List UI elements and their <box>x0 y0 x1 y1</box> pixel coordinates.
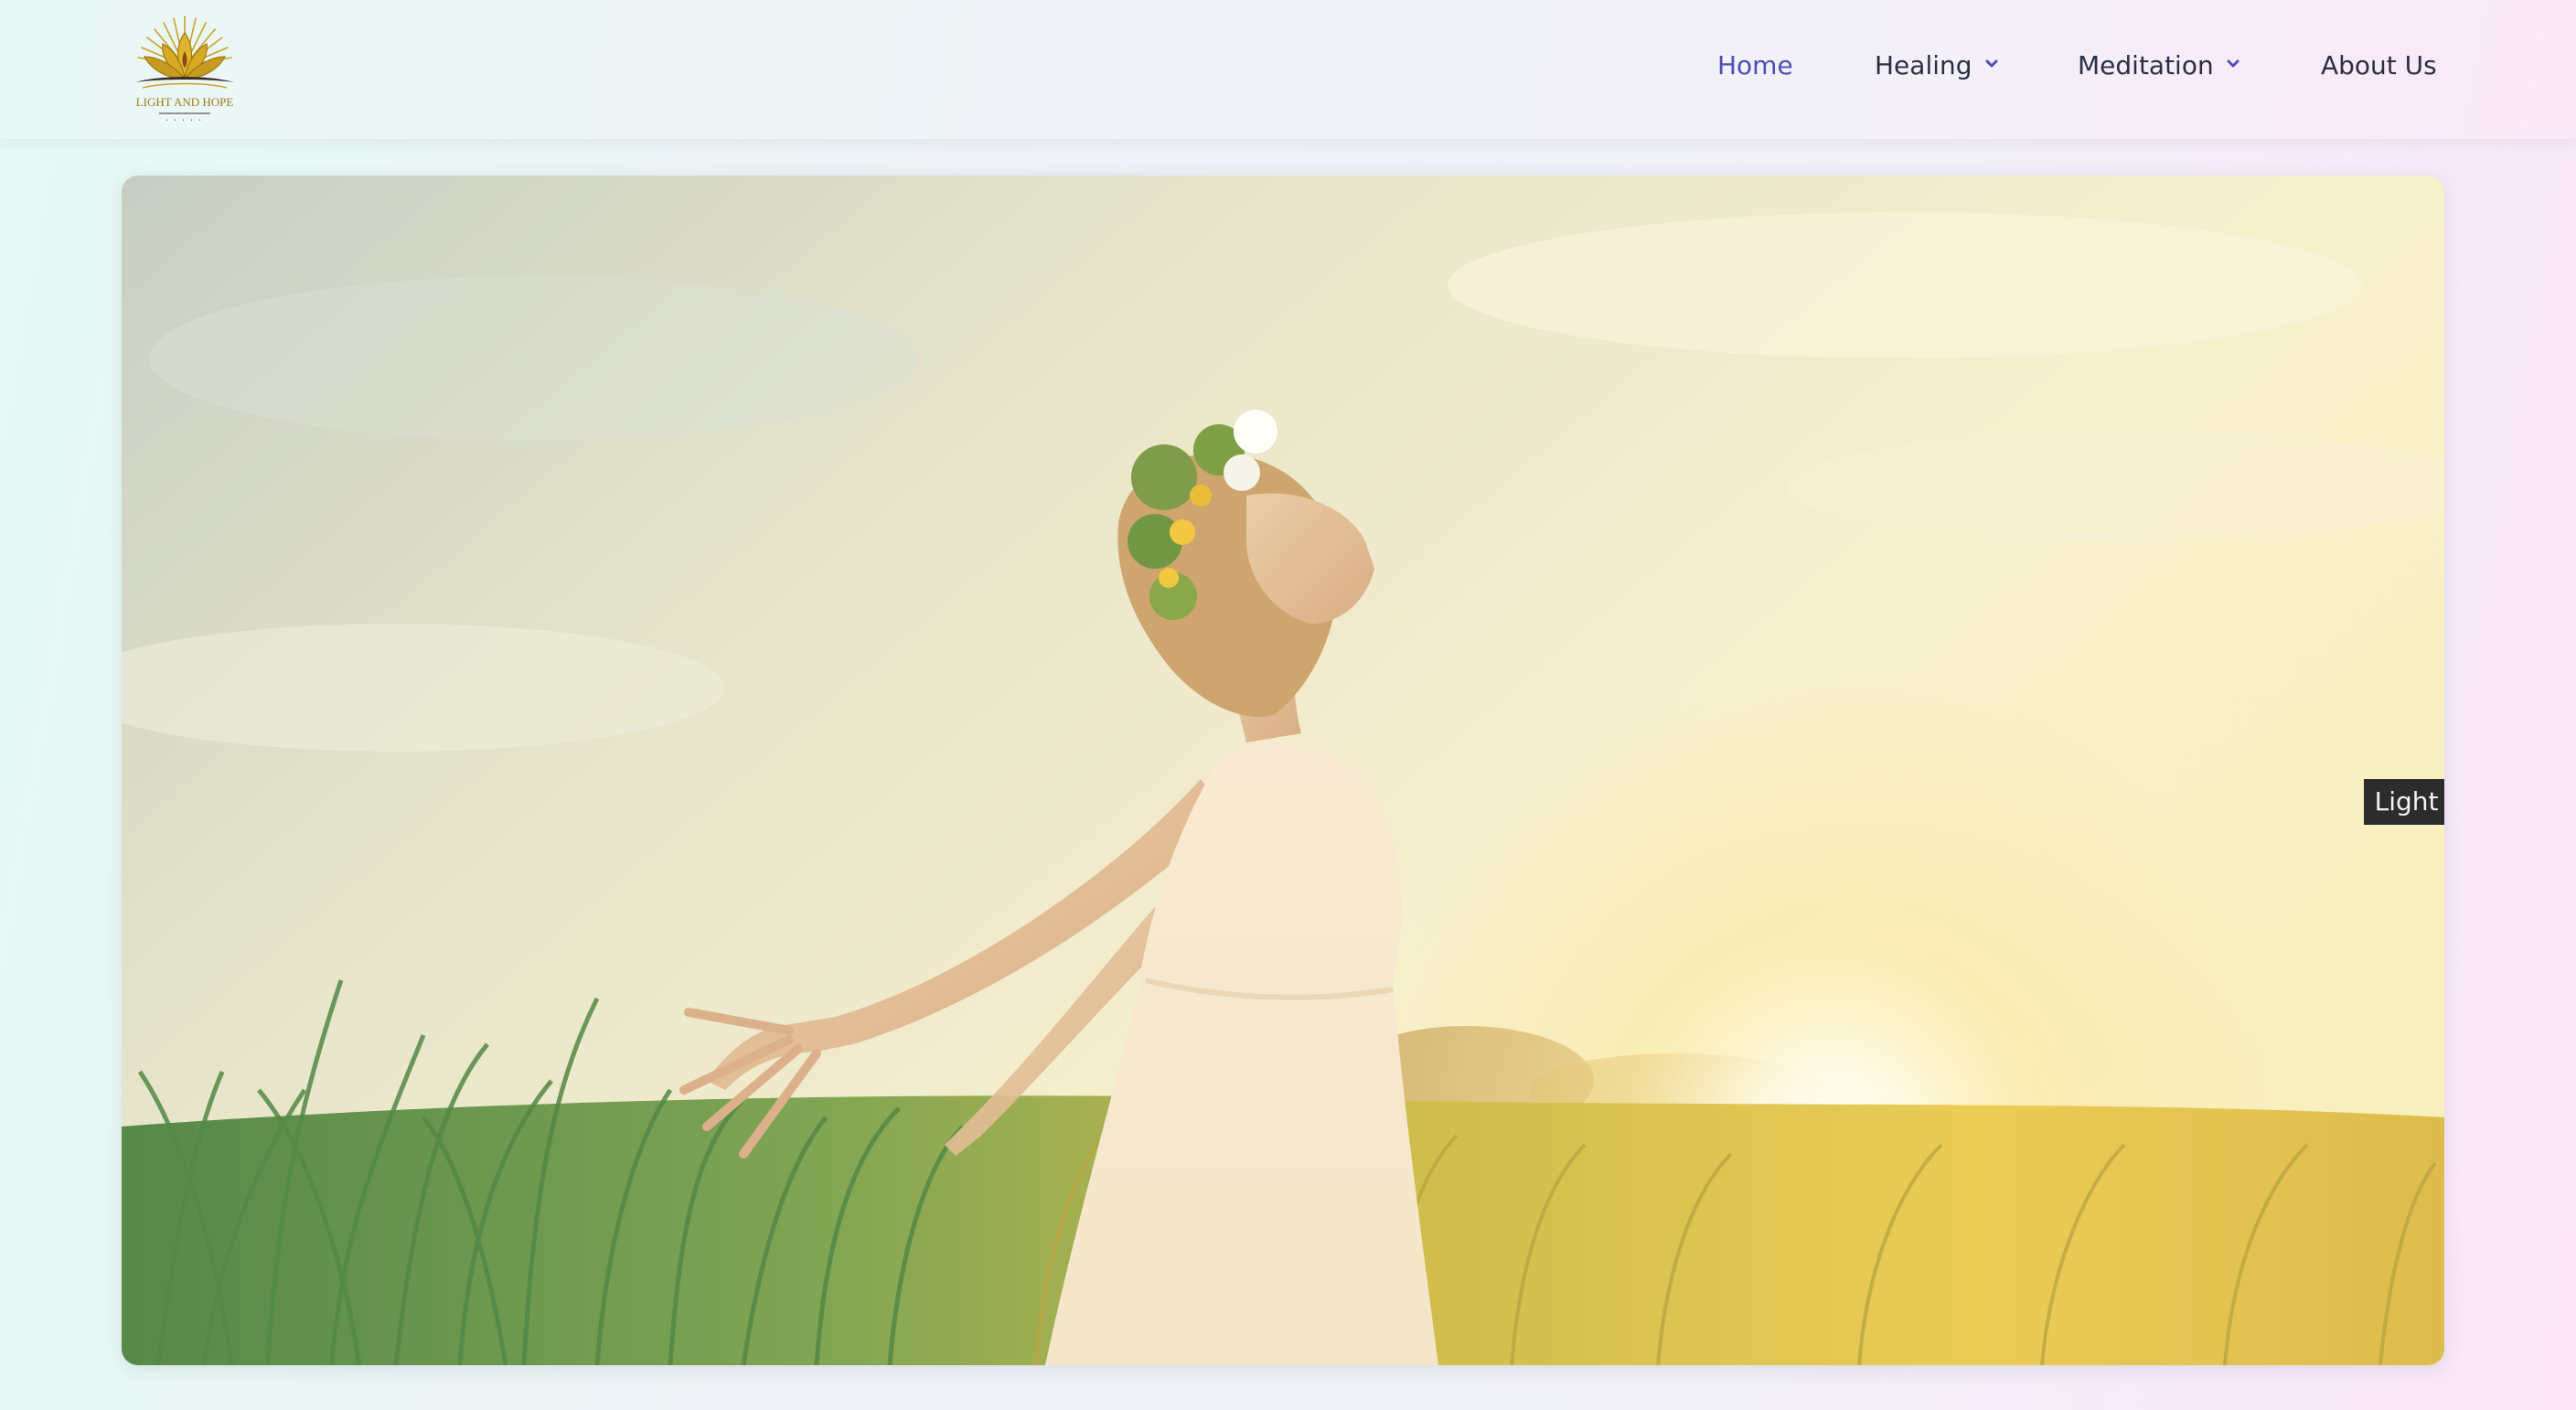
nav-about-us-label: About Us <box>2321 49 2437 80</box>
nav-about-us[interactable]: About Us <box>2321 0 2437 130</box>
site-header: LIGHT AND HOPE • • • • • Home Healing Me… <box>0 0 2576 139</box>
site-logo[interactable]: LIGHT AND HOPE • • • • • <box>123 11 247 124</box>
chevron-down-icon <box>1983 56 2000 72</box>
nav-meditation[interactable]: Meditation <box>2078 0 2241 130</box>
logo-text: LIGHT AND HOPE <box>136 95 234 109</box>
lotus-sunburst-logo-icon: LIGHT AND HOPE • • • • • <box>135 16 234 123</box>
nav-healing[interactable]: Healing <box>1875 0 2000 130</box>
hero-caption: Light & Hope <box>2364 779 2444 825</box>
hero-image <box>122 176 2444 1365</box>
nav-home-label: Home <box>1717 49 1793 80</box>
svg-text:• • • • •: • • • • • <box>166 119 204 123</box>
chevron-down-icon <box>2225 56 2241 72</box>
hero-banner: Light & Hope <box>122 176 2444 1365</box>
nav-meditation-label: Meditation <box>2078 49 2214 80</box>
nav-home[interactable]: Home <box>1717 0 1793 130</box>
nav-healing-label: Healing <box>1875 49 1972 80</box>
